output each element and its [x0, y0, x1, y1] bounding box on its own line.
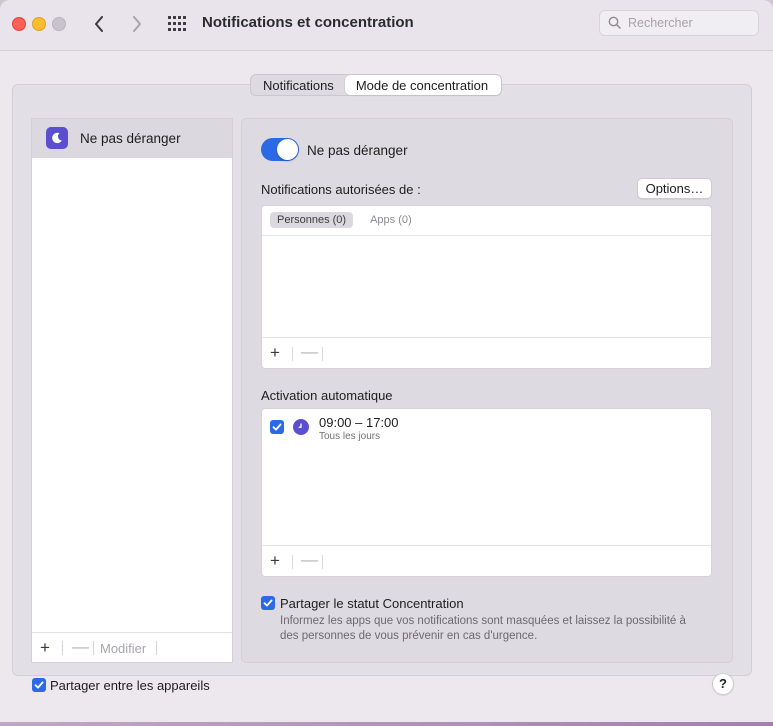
help-button[interactable]: ? [712, 673, 734, 695]
checkmark-icon [272, 423, 282, 431]
share-status-checkbox[interactable] [261, 596, 275, 610]
remove-allowed-button[interactable]: — [301, 342, 318, 362]
allowed-subtabs: Personnes (0) Apps (0) [270, 212, 419, 228]
modify-button[interactable]: Modifier [100, 641, 146, 656]
close-button[interactable] [12, 17, 26, 31]
subtab-apps[interactable]: Apps (0) [363, 212, 419, 228]
schedule-list: 09:00 – 17:00 Tous les jours + — [261, 408, 712, 577]
show-all-button[interactable] [167, 15, 187, 33]
sidebar-item-label: Ne pas déranger [80, 131, 181, 146]
auto-activation-label: Activation automatique [261, 388, 393, 403]
search-input[interactable] [628, 15, 753, 31]
allowed-notifications-label: Notifications autorisées de : [261, 182, 421, 197]
allowed-list: Personnes (0) Apps (0) + — [261, 205, 712, 369]
preferences-window: Notifications et concentration Notificat… [0, 0, 773, 722]
divider [62, 641, 63, 655]
divider [322, 347, 323, 361]
moon-icon [46, 127, 68, 149]
share-status-label: Partager le statut Concentration [280, 596, 464, 611]
schedule-days: Tous les jours [319, 431, 381, 442]
window-title: Notifications et concentration [202, 14, 414, 31]
clock-icon [293, 419, 309, 435]
search-field[interactable] [599, 10, 759, 36]
list-footer: + — [262, 545, 711, 576]
share-devices-label: Partager entre les appareils [50, 678, 210, 693]
chevron-left-icon [95, 16, 103, 32]
minimize-button[interactable] [32, 17, 46, 31]
focus-list: Ne pas déranger + — Modifier [31, 118, 233, 663]
share-devices-checkbox[interactable] [32, 678, 46, 692]
add-allowed-button[interactable]: + [270, 343, 280, 363]
tab-focus-mode[interactable]: Mode de concentration [344, 75, 502, 95]
divider [322, 555, 323, 569]
options-button[interactable]: Options… [637, 178, 712, 199]
back-button[interactable] [89, 13, 109, 35]
remove-focus-button[interactable]: — [72, 637, 89, 657]
titlebar: Notifications et concentration [0, 0, 773, 51]
toggle-label: Ne pas déranger [307, 143, 408, 158]
checkmark-icon [263, 599, 273, 607]
add-schedule-button[interactable]: + [270, 551, 280, 571]
forward-button[interactable] [127, 13, 147, 35]
schedule-time: 09:00 – 17:00 [319, 415, 399, 430]
share-status-description: Informez les apps que vos notifications … [280, 615, 686, 642]
schedule-checkbox[interactable] [270, 420, 284, 434]
list-footer: + — Modifier [32, 632, 232, 662]
focus-toggle[interactable] [261, 138, 299, 161]
divider [93, 641, 94, 655]
divider [156, 641, 157, 655]
divider [262, 235, 711, 236]
divider [292, 347, 293, 361]
grid-icon [168, 16, 186, 31]
search-icon [608, 16, 621, 29]
list-footer: + — [262, 337, 711, 368]
desktop-background [0, 722, 773, 726]
chevron-right-icon [133, 16, 141, 32]
tab-notifications[interactable]: Notifications [251, 75, 345, 95]
segmented-tabs: Notifications Mode de concentration [250, 74, 503, 96]
toggle-knob [277, 139, 298, 160]
remove-schedule-button[interactable]: — [301, 550, 318, 570]
add-focus-button[interactable]: + [40, 638, 50, 658]
zoom-button[interactable] [52, 17, 66, 31]
subtab-people[interactable]: Personnes (0) [270, 212, 354, 228]
sidebar-item-do-not-disturb[interactable]: Ne pas déranger [32, 119, 232, 158]
divider [292, 555, 293, 569]
checkmark-icon [34, 681, 44, 689]
